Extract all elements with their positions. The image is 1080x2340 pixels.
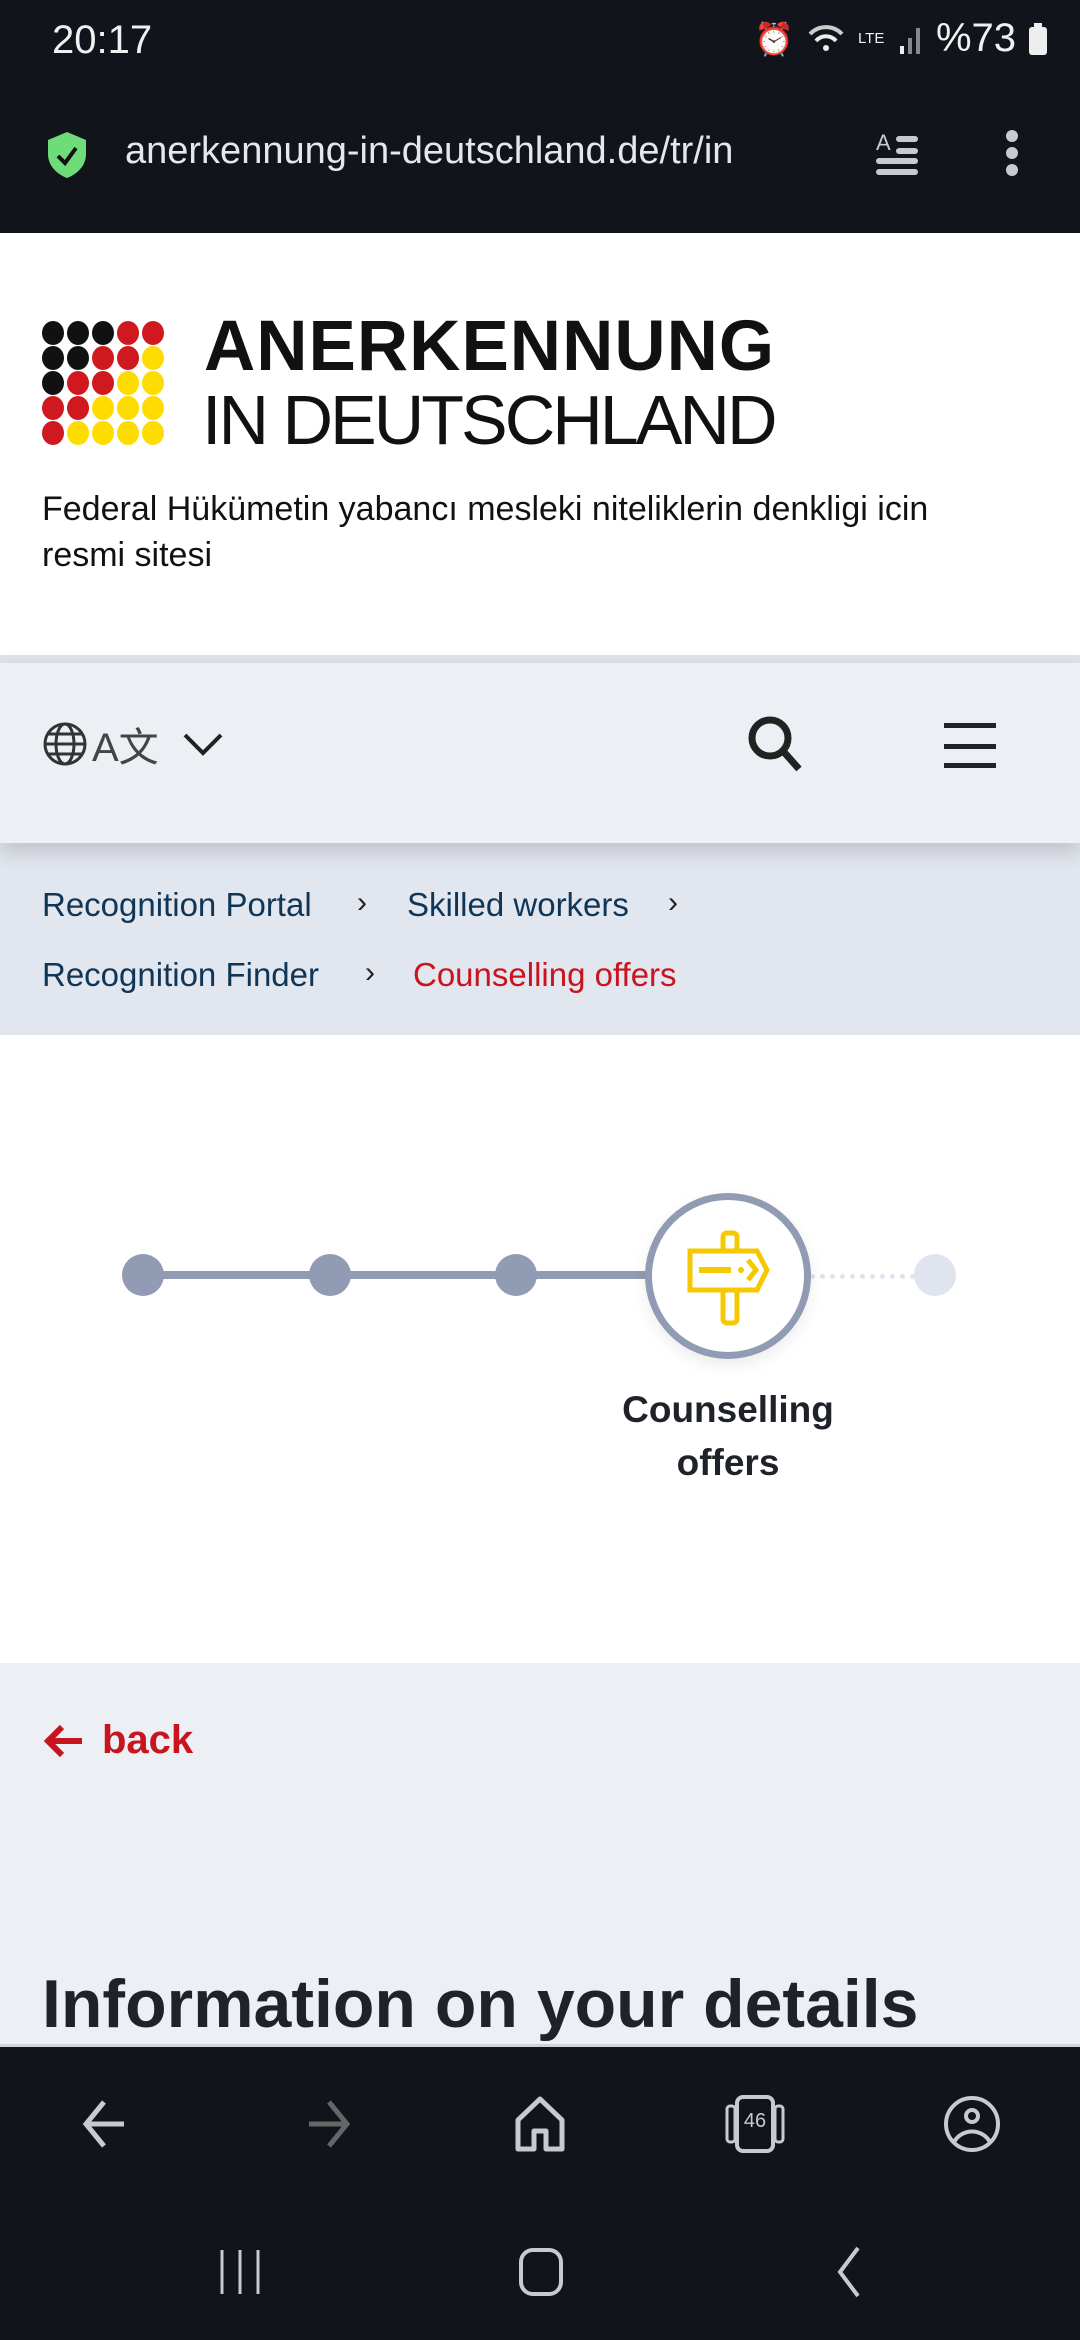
chevron-down-icon (183, 733, 223, 756)
divider (0, 655, 1080, 663)
logo-dot (42, 421, 64, 445)
progress-stepper: Counselling offers (0, 1035, 1080, 1663)
logo-dot (142, 346, 164, 370)
language-label: A文 (92, 726, 159, 770)
logo-dot (92, 421, 114, 445)
system-back-icon[interactable] (818, 2240, 878, 2304)
back-arrow-icon[interactable] (78, 2094, 138, 2154)
breadcrumb-skilled-workers[interactable]: Skilled workers (407, 886, 629, 924)
logo-dot (67, 396, 89, 420)
search-icon[interactable] (745, 713, 805, 773)
logo-dot (92, 321, 114, 345)
back-label: back (102, 1718, 194, 1762)
logo-dot (42, 371, 64, 395)
reader-mode-icon[interactable]: A (874, 128, 922, 178)
logo-dot (117, 396, 139, 420)
logo-title-line2[interactable]: IN DEUTSCHLAND (202, 380, 778, 460)
home-button-icon[interactable] (511, 2240, 571, 2304)
site-navbar: A文 (0, 663, 1080, 843)
status-time: 20:17 (52, 18, 153, 62)
signpost-icon (687, 1230, 770, 1326)
stepper-line-completed (143, 1271, 727, 1279)
section-heading: Information on your details (42, 1966, 919, 2042)
forward-arrow-icon[interactable] (295, 2094, 355, 2154)
language-selector[interactable]: A文 (42, 715, 225, 773)
chevron-right-icon: › (668, 886, 678, 919)
step-2[interactable] (309, 1254, 351, 1296)
chevron-right-icon: › (365, 956, 375, 989)
signal-icon (899, 27, 920, 54)
status-icons: ⏰ LTE %73 (754, 16, 1048, 61)
lte-indicator: LTE (857, 30, 885, 47)
logo-dot (92, 346, 114, 370)
logo-dot (42, 396, 64, 420)
home-icon[interactable] (510, 2094, 570, 2154)
logo-dot (117, 421, 139, 445)
site-tagline: Federal Hükümetin yabancı mesleki niteli… (42, 490, 929, 574)
step-4-current (645, 1193, 811, 1359)
svg-text:A: A (876, 130, 891, 155)
breadcrumb-recognition-portal[interactable]: Recognition Portal (42, 886, 312, 924)
tab-count: 46 (743, 2110, 767, 2132)
more-options-icon[interactable] (1003, 128, 1021, 178)
logo-dot (117, 346, 139, 370)
step-5 (914, 1254, 956, 1296)
breadcrumb-current: Counselling offers (413, 956, 677, 993)
logo-dot (142, 421, 164, 445)
battery-icon (1029, 22, 1047, 55)
step-3[interactable] (495, 1254, 537, 1296)
tabs-button[interactable]: 46 (725, 2094, 785, 2154)
profile-icon[interactable] (942, 2094, 1002, 2154)
wifi-icon (808, 24, 844, 51)
secure-shield-icon[interactable] (46, 130, 88, 180)
chevron-right-icon: › (357, 886, 367, 919)
logo-dot (142, 371, 164, 395)
current-step-label: Counselling offers (622, 1389, 834, 1483)
menu-icon[interactable] (944, 719, 996, 769)
logo-dot (67, 421, 89, 445)
logo-dot (42, 321, 64, 345)
globe-icon (43, 722, 87, 766)
alarm-icon: ⏰ (754, 20, 794, 57)
logo-dot (142, 396, 164, 420)
breadcrumb: Recognition Portal › Skilled workers › R… (0, 843, 1080, 1035)
logo-dot (67, 371, 89, 395)
logo-dot (92, 396, 114, 420)
logo-dot (117, 371, 139, 395)
battery-percent: %73 (935, 16, 1016, 60)
logo-dot (92, 371, 114, 395)
breadcrumb-recognition-finder[interactable]: Recognition Finder (42, 956, 319, 994)
logo-dot (117, 321, 139, 345)
logo-dot (42, 346, 64, 370)
logo-dot (67, 346, 89, 370)
logo-dot (142, 321, 164, 345)
logo-mark[interactable] (42, 321, 166, 445)
arrow-left-icon (44, 1724, 82, 1757)
step-1[interactable] (122, 1254, 164, 1296)
back-link[interactable]: back (44, 1718, 193, 1763)
logo-dot (67, 321, 89, 345)
logo-title-line1[interactable]: ANERKENNUNG (204, 306, 775, 387)
url-field[interactable]: anerkennung-in-deutschland.de/tr/in (125, 130, 840, 173)
recent-apps-icon[interactable] (210, 2240, 270, 2304)
